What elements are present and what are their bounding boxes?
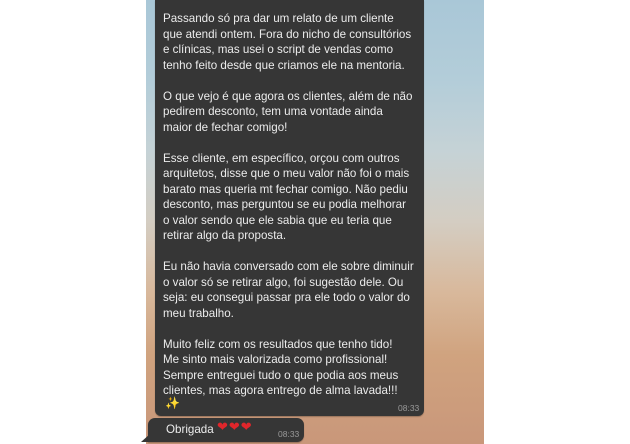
message-timestamp: 08:33 — [398, 403, 420, 413]
reply-text: Obrigada — [166, 423, 214, 436]
reply-timestamp: 08:33 — [278, 429, 300, 439]
message-text: Passando só pra dar um relato de um clie… — [163, 12, 414, 397]
sparkles-emoji: ✨ — [165, 396, 180, 410]
hearts-emoji: ❤❤❤ — [217, 420, 253, 435]
